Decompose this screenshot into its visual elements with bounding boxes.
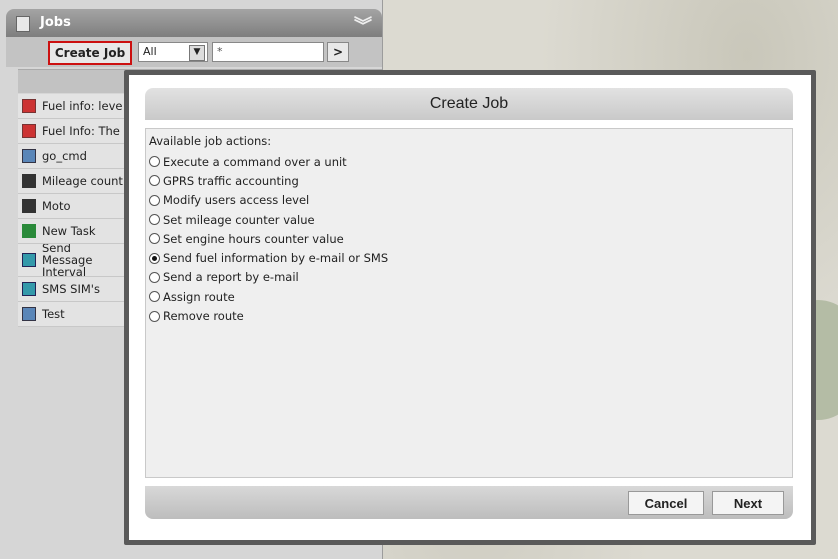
job-filter-select[interactable]: All ▼ bbox=[138, 42, 208, 62]
option-label: Remove route bbox=[163, 309, 244, 324]
option-label: Send fuel information by e-mail or SMS bbox=[163, 251, 389, 266]
radio-button[interactable] bbox=[149, 175, 160, 187]
task-icon bbox=[22, 224, 36, 238]
message-icon bbox=[22, 282, 36, 296]
dropdown-arrow-icon[interactable]: ▼ bbox=[189, 45, 205, 61]
mileage-icon bbox=[22, 174, 36, 188]
job-name: SMS SIM's bbox=[42, 282, 100, 296]
radio-button[interactable] bbox=[149, 194, 160, 206]
radio-button[interactable] bbox=[149, 233, 160, 245]
option-label: GPRS traffic accounting bbox=[163, 173, 299, 188]
radio-button[interactable] bbox=[149, 310, 160, 322]
create-job-dialog: Create Job Available job actions: Execut… bbox=[129, 75, 811, 540]
job-filter-value: All bbox=[143, 45, 157, 58]
job-action-option[interactable]: Set mileage counter value bbox=[149, 210, 789, 229]
option-label: Set engine hours counter value bbox=[163, 231, 344, 246]
option-label: Send a report by e-mail bbox=[163, 270, 299, 285]
clipboard-icon bbox=[16, 16, 30, 32]
collapse-chevron-icon[interactable]: ︾ bbox=[354, 12, 372, 38]
jobs-panel-title: Jobs bbox=[40, 15, 71, 30]
job-action-option[interactable]: Set engine hours counter value bbox=[149, 229, 789, 248]
job-name: Moto bbox=[42, 199, 71, 213]
jobs-toolbar: Create Job All ▼ * > bbox=[6, 37, 382, 67]
job-action-option[interactable]: Assign route bbox=[149, 287, 789, 306]
job-name: Send Message Interval bbox=[42, 244, 93, 277]
option-label: Set mileage counter value bbox=[163, 212, 315, 227]
radio-button[interactable] bbox=[149, 214, 160, 226]
message-icon bbox=[22, 253, 36, 267]
job-actions-label: Available job actions: bbox=[149, 134, 272, 148]
option-label: Modify users access level bbox=[163, 193, 310, 208]
option-label: Execute a command over a unit bbox=[163, 154, 347, 169]
mileage-icon bbox=[22, 199, 36, 213]
cancel-button[interactable]: Cancel bbox=[628, 491, 704, 515]
job-action-option[interactable]: Remove route bbox=[149, 306, 789, 325]
dialog-title: Create Job bbox=[145, 88, 793, 120]
radio-button-selected[interactable] bbox=[149, 252, 160, 264]
create-job-button[interactable]: Create Job bbox=[48, 41, 132, 65]
job-search-input[interactable]: * bbox=[212, 42, 324, 62]
job-name: Test bbox=[42, 307, 65, 321]
command-icon bbox=[22, 307, 36, 321]
option-label: Assign route bbox=[163, 289, 235, 304]
job-name: New Task bbox=[42, 224, 96, 238]
radio-button[interactable] bbox=[149, 271, 160, 283]
job-action-option[interactable]: GPRS traffic accounting bbox=[149, 171, 789, 190]
fuel-report-icon bbox=[22, 99, 36, 113]
job-action-option[interactable]: Send a report by e-mail bbox=[149, 268, 789, 287]
jobs-panel-header: Jobs ︾ bbox=[6, 9, 382, 37]
job-name: Fuel Info: The bbox=[42, 124, 120, 138]
fuel-report-icon bbox=[22, 124, 36, 138]
job-action-option[interactable]: Modify users access level bbox=[149, 191, 789, 210]
job-actions-panel: Available job actions: Execute a command… bbox=[145, 128, 793, 478]
command-icon bbox=[22, 149, 36, 163]
next-button[interactable]: Next bbox=[712, 491, 784, 515]
dialog-footer: Cancel Next bbox=[145, 486, 793, 519]
job-action-option[interactable]: Send fuel information by e-mail or SMS bbox=[149, 248, 789, 267]
job-name: Mileage count bbox=[42, 174, 123, 188]
job-name: go_cmd bbox=[42, 149, 87, 163]
radio-button[interactable] bbox=[149, 291, 160, 303]
radio-button[interactable] bbox=[149, 156, 160, 168]
apply-filter-button[interactable]: > bbox=[327, 42, 349, 62]
job-action-option[interactable]: Execute a command over a unit bbox=[149, 152, 789, 171]
job-name: Fuel info: leve bbox=[42, 99, 123, 113]
